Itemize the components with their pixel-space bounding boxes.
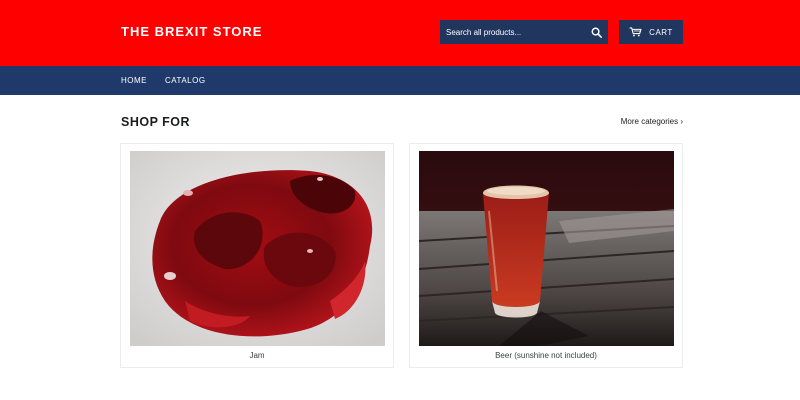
jam-photo (130, 151, 385, 346)
search-input[interactable] (440, 20, 586, 44)
shopping-cart-icon (629, 27, 642, 37)
nav-item-home[interactable]: HOME (121, 76, 147, 85)
collection-title: Beer (sunshine not included) (495, 351, 597, 360)
magnifier-icon (591, 27, 602, 38)
beer-photo (419, 151, 674, 346)
collection-title: Jam (249, 351, 265, 360)
cart-label: CART (649, 27, 673, 37)
main-nav: HOME CATALOG (0, 66, 800, 95)
store-logo[interactable]: THE BREXIT STORE (121, 24, 262, 39)
section-title: SHOP FOR (121, 115, 191, 129)
nav-item-catalog[interactable]: CATALOG (165, 76, 206, 85)
collection-card-beer[interactable]: Beer (sunshine not included) (409, 143, 683, 368)
collection-card-jam[interactable]: Jam (120, 143, 394, 368)
search-button[interactable] (584, 20, 608, 44)
cart-button[interactable]: CART (619, 20, 683, 44)
search-form (440, 20, 608, 44)
more-categories-link[interactable]: More categories › (621, 117, 683, 126)
site-header: THE BREXIT STORE CART (0, 0, 800, 66)
